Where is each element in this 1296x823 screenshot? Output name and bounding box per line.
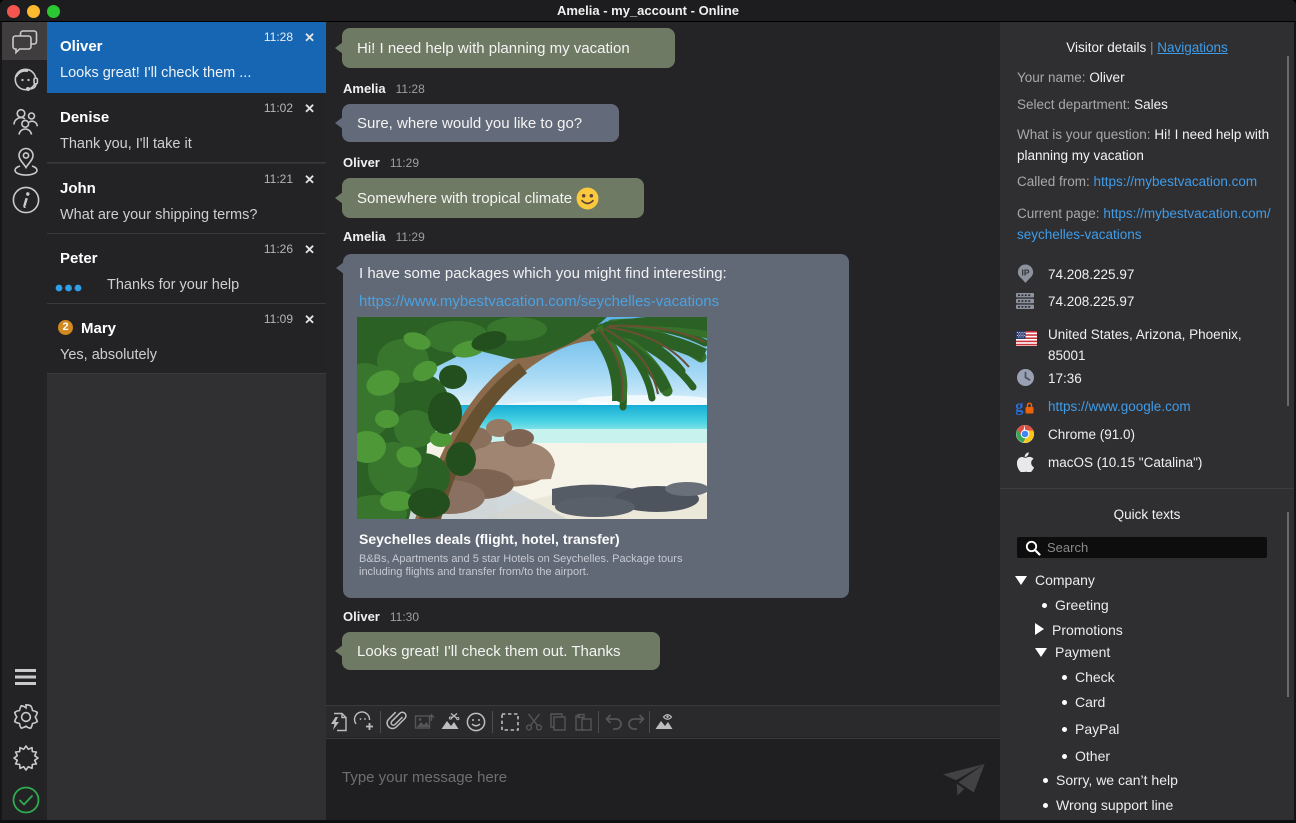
svg-text:g: g (1016, 397, 1024, 415)
svg-text:IP: IP (1021, 267, 1029, 277)
